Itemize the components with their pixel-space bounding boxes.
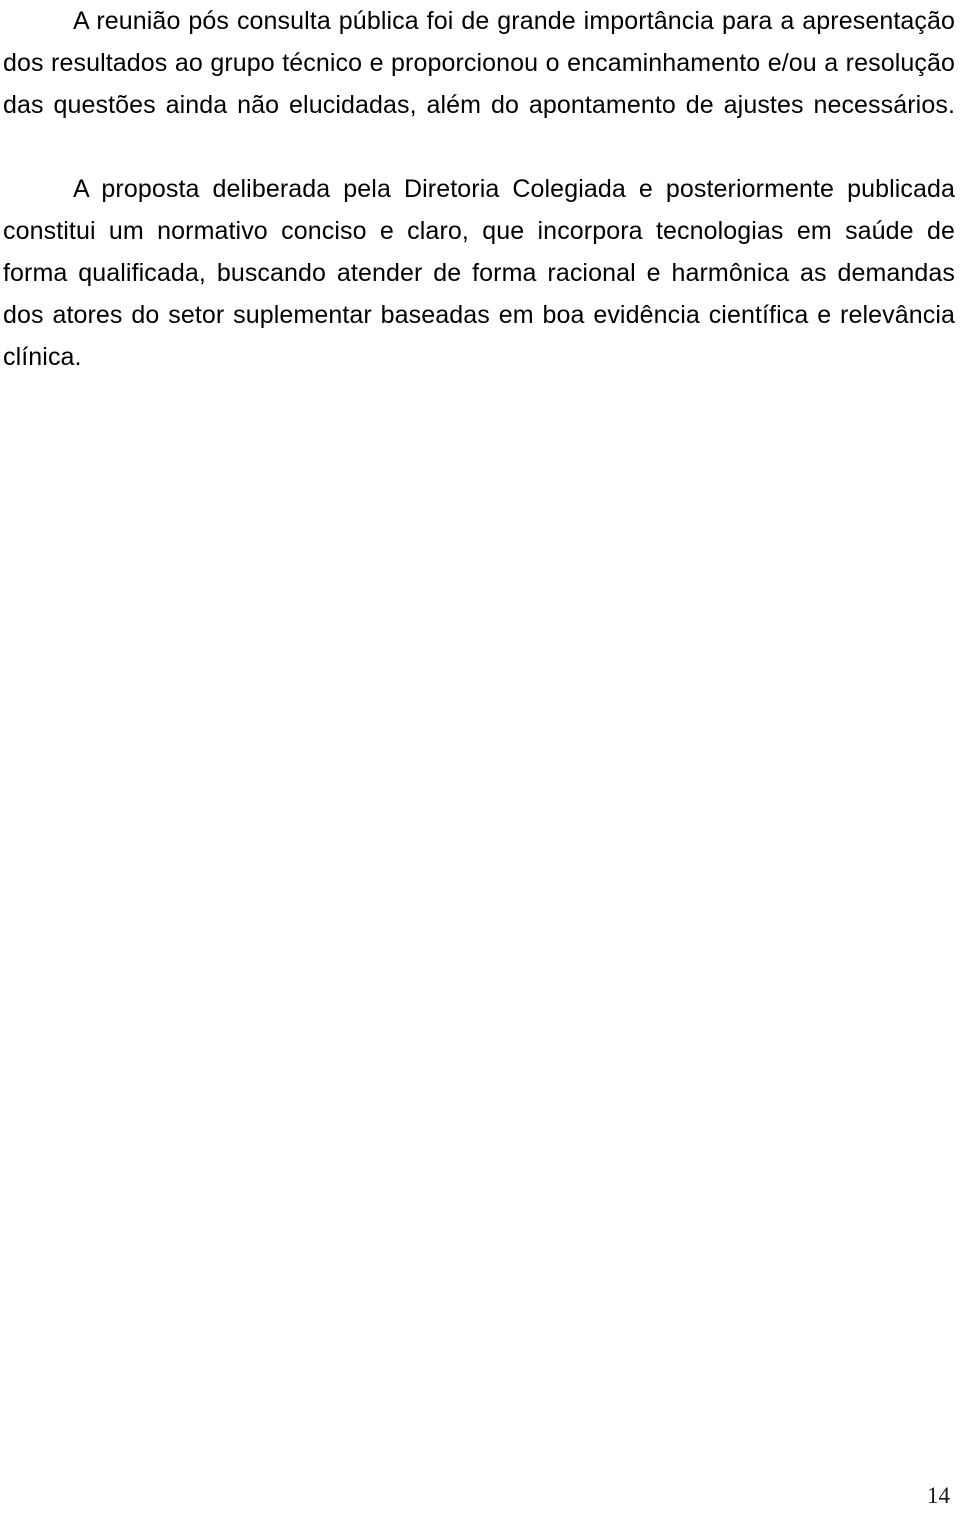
text-column: A reunião pós consulta pública foi de gr…	[3, 0, 955, 420]
body-paragraph-2: A proposta deliberada pela Diretoria Col…	[3, 175, 955, 371]
body-paragraph-1: A reunião pós consulta pública foi de gr…	[3, 7, 955, 119]
page-number: 14	[927, 1483, 950, 1508]
document-page: A reunião pós consulta pública foi de gr…	[0, 0, 960, 1515]
